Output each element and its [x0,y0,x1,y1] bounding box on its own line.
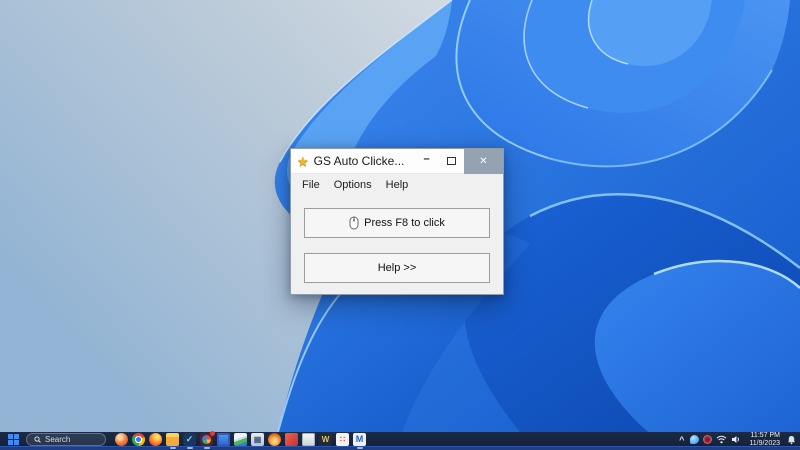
taskbar: Search ✓ ▦ W ∷ M ^ 11:57 PM 11/9/2023 [0,431,800,450]
people-app-icon[interactable] [115,433,128,446]
system-tray: ^ 11:57 PM 11/9/2023 [677,432,796,448]
maximize-icon [447,157,456,165]
taskbar-clock[interactable]: 11:57 PM 11/9/2023 [749,432,780,448]
w-app-icon[interactable]: W [319,433,332,446]
help-button[interactable]: Help >> [304,253,490,283]
titlebar[interactable]: ★ GS Auto Clicke... – ✕ [291,148,503,174]
taskbar-app-icons: ✓ ▦ W ∷ M [115,431,366,449]
menu-file[interactable]: File [295,176,327,194]
notification-badge [210,431,215,436]
chrome-icon[interactable] [132,433,145,446]
dots-app-icon[interactable]: ∷ [336,433,349,446]
help-label: Help >> [377,262,417,274]
start-button[interactable] [8,434,19,445]
search-icon [34,436,41,443]
red-app-icon[interactable] [285,433,298,446]
window-client-area: Press F8 to click Help >> [291,196,503,283]
gs-auto-clicker-window: ★ GS Auto Clicke... – ✕ File Options Hel… [290,148,504,295]
tray-bird-icon[interactable] [690,435,700,444]
notification-bell-icon[interactable] [787,435,796,445]
minimize-button[interactable]: – [414,149,439,174]
firefox-icon[interactable] [149,433,162,446]
m-app-icon[interactable]: M [353,433,366,449]
press-f8-label: Press F8 to click [364,217,445,229]
pie-chart-app-icon[interactable] [200,431,215,449]
tray-record-icon[interactable] [703,435,713,444]
volume-icon[interactable] [731,435,741,444]
window-title: GS Auto Clicke... [313,154,405,168]
app-star-icon: ★ [297,153,309,169]
close-button[interactable]: ✕ [464,148,503,174]
calculator-icon[interactable]: ▦ [251,433,264,446]
taskbar-search[interactable]: Search [26,433,106,446]
search-label: Search [45,435,71,444]
menu-help[interactable]: Help [379,176,416,194]
maximize-button[interactable] [439,149,464,174]
tray-time: 11:57 PM [750,431,780,439]
menu-options[interactable]: Options [327,176,379,194]
photos-icon[interactable] [234,433,247,446]
tray-chevron-up-icon[interactable]: ^ [677,435,686,445]
desktop: ★ GS Auto Clicke... – ✕ File Options Hel… [0,0,800,450]
file-explorer-icon[interactable] [166,433,179,449]
flame-app-icon[interactable] [268,433,281,446]
tablet-device-icon[interactable] [217,433,230,446]
mouse-icon [349,216,359,230]
tray-date: 11/9/2023 [749,439,780,447]
document-app-icon[interactable] [302,433,315,446]
wifi-icon[interactable] [716,435,727,444]
press-f8-button[interactable]: Press F8 to click [304,208,490,238]
menubar: File Options Help [291,174,503,196]
todo-check-icon[interactable]: ✓ [183,433,196,449]
